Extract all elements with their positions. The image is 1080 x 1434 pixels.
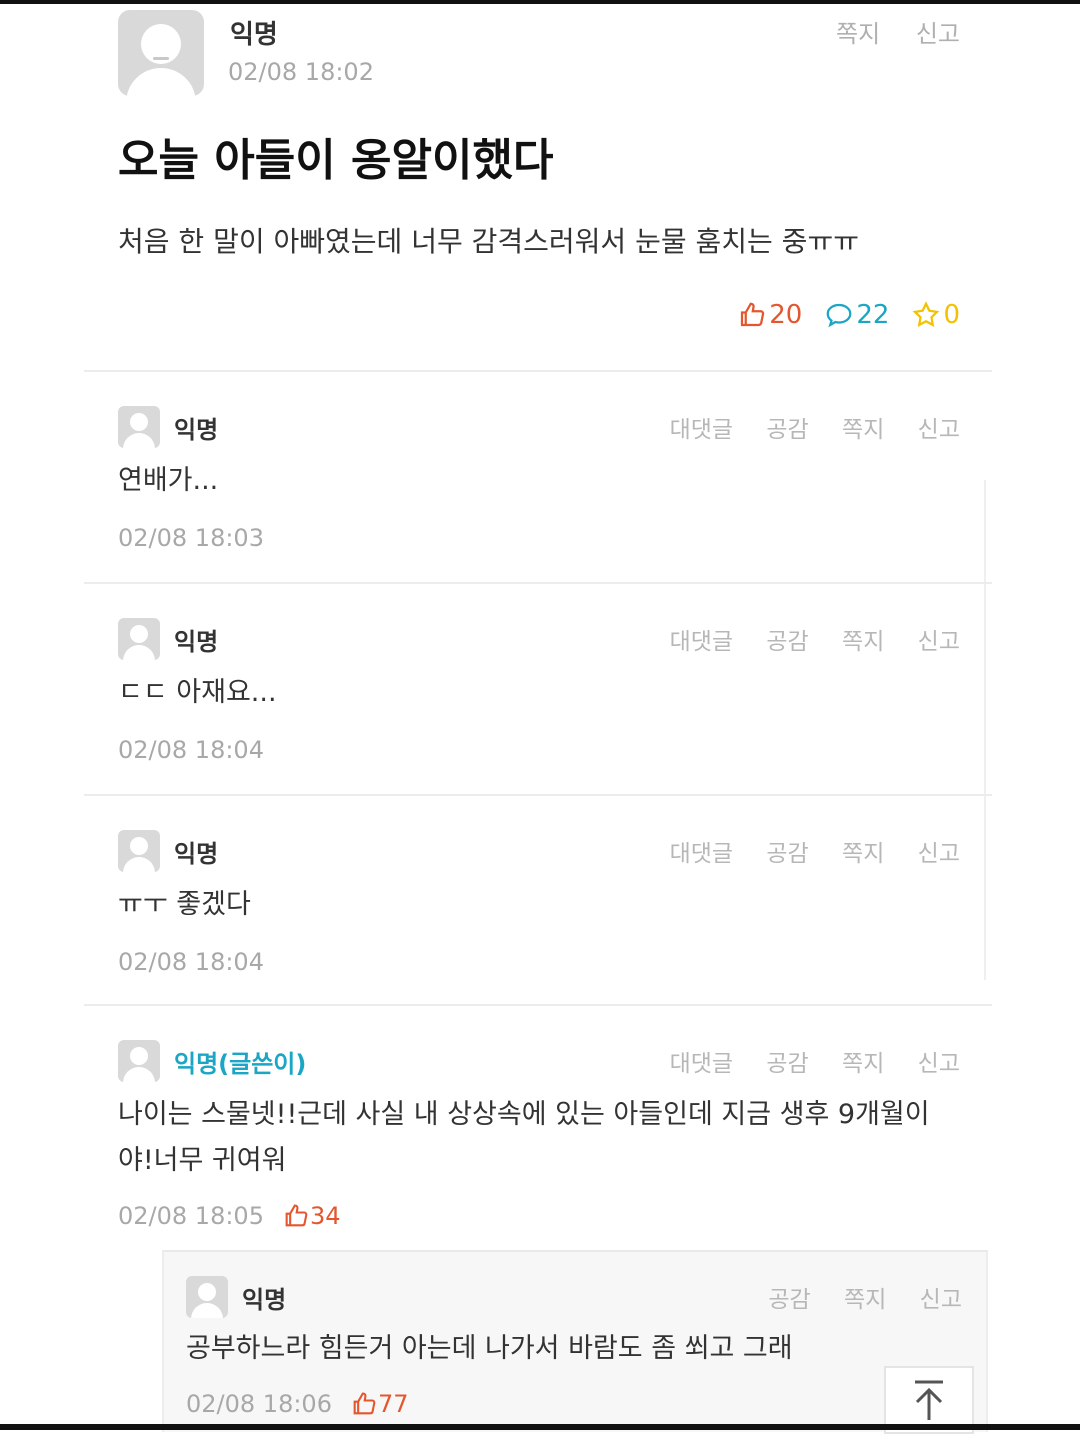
like-button[interactable]: 공감 (766, 417, 808, 443)
reply-container: 익명 공감 쪽지 신고 공부하느라 힘든거 아는데 나가서 바람도 좀 쐬고 그… (162, 1250, 988, 1432)
post-stats: 20 22 0 (737, 300, 960, 330)
message-button[interactable]: 쪽지 (844, 1287, 886, 1313)
report-button[interactable]: 신고 (918, 841, 960, 867)
reply-actions: 공감 쪽지 신고 (742, 1280, 962, 1314)
comment-actions: 대댓글 공감 쪽지 신고 (644, 834, 960, 868)
divider (84, 582, 992, 584)
thumbs-up-icon (285, 1204, 308, 1227)
avatar (186, 1276, 228, 1318)
reply-author: 익명 (242, 1286, 287, 1314)
message-button[interactable]: 쪽지 (842, 629, 884, 655)
report-button[interactable]: 신고 (918, 629, 960, 655)
comment-author: 익명 (174, 628, 219, 656)
top-edge-bar (0, 0, 1080, 4)
report-button[interactable]: 신고 (918, 417, 960, 443)
like-button[interactable]: 공감 (768, 1287, 810, 1313)
speech-bubble-icon (826, 303, 852, 328)
like-button[interactable]: 공감 (766, 629, 808, 655)
comment-meta: 02/08 18:05 34 (118, 1202, 341, 1230)
post-title: 오늘 아들이 옹알이했다 (118, 135, 554, 186)
author-avatar (118, 10, 204, 96)
like-count[interactable]: 20 (737, 300, 802, 330)
like-count: 77 (350, 1390, 409, 1418)
comment-author-op: 익명(글쓴이) (174, 1050, 307, 1078)
comment-text: ㅠㅜ 좋겠다 (118, 889, 251, 920)
post-time: 02/08 18:02 (228, 58, 374, 86)
divider (984, 480, 986, 980)
message-button[interactable]: 쪽지 (836, 20, 880, 48)
message-button[interactable]: 쪽지 (842, 417, 884, 443)
comment-actions: 대댓글 공감 쪽지 신고 (644, 622, 960, 656)
comment-text: 나이는 스물넷!!근데 사실 내 상상속에 있는 아들인데 지금 생후 9개월이… (118, 1099, 930, 1176)
bottom-edge-bar (0, 1424, 1080, 1430)
comment-time: 02/08 18:05 (118, 1202, 264, 1230)
thumbs-up-icon (741, 302, 765, 327)
divider (84, 1004, 992, 1006)
report-button[interactable]: 신고 (916, 20, 960, 48)
report-button[interactable]: 신고 (920, 1287, 962, 1313)
reply-button[interactable]: 대댓글 (670, 629, 733, 655)
reply-text: 공부하느라 힘든거 아는데 나가서 바람도 좀 쐬고 그래 (186, 1333, 793, 1364)
avatar (118, 406, 160, 448)
reply-button[interactable]: 대댓글 (670, 1051, 733, 1077)
reply-button[interactable]: 대댓글 (670, 417, 733, 443)
message-button[interactable]: 쪽지 (842, 841, 884, 867)
reply-meta: 02/08 18:06 77 (186, 1390, 409, 1418)
comment-author: 익명 (174, 416, 219, 444)
post-author: 익명 (230, 20, 278, 50)
comment-actions: 대댓글 공감 쪽지 신고 (644, 410, 960, 444)
comment-time: 02/08 18:03 (118, 524, 264, 552)
star-icon (913, 301, 940, 327)
comment-time: 02/08 18:04 (118, 948, 264, 976)
comment-author: 익명 (174, 840, 219, 868)
thumbs-up-icon (353, 1392, 376, 1415)
report-button[interactable]: 신고 (918, 1051, 960, 1077)
divider (84, 370, 992, 372)
comment-count[interactable]: 22 (824, 300, 889, 330)
reply-button[interactable]: 대댓글 (670, 841, 733, 867)
comment-text: 연배가... (118, 465, 219, 496)
avatar (118, 1040, 160, 1082)
avatar (118, 830, 160, 872)
reply-time: 02/08 18:06 (186, 1390, 332, 1418)
scrap-count[interactable]: 0 (911, 300, 960, 330)
divider (84, 794, 992, 796)
scroll-top-icon (915, 1380, 943, 1420)
like-button[interactable]: 공감 (766, 841, 808, 867)
like-button[interactable]: 공감 (766, 1051, 808, 1077)
comment-actions: 대댓글 공감 쪽지 신고 (644, 1044, 960, 1078)
avatar (118, 618, 160, 660)
post-actions: 쪽지 신고 (808, 14, 960, 49)
comment-time: 02/08 18:04 (118, 736, 264, 764)
like-count: 34 (282, 1202, 341, 1230)
message-button[interactable]: 쪽지 (842, 1051, 884, 1077)
comment-text: ㄷㄷ 아재요... (118, 677, 277, 708)
post-body: 처음 한 말이 아빠였는데 너무 감격스러워서 눈물 훔치는 중ㅠㅠ (118, 225, 859, 258)
